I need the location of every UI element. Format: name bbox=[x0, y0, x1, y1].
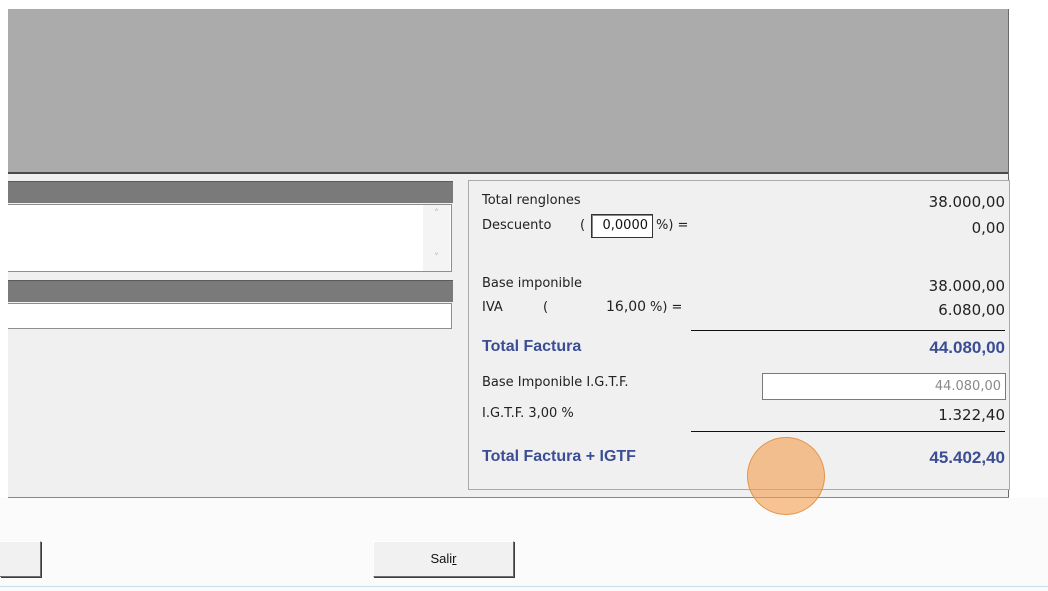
total-factura-value: 44.080,00 bbox=[929, 338, 1005, 357]
igtf-value: 1.322,40 bbox=[938, 406, 1005, 424]
chevron-down-icon[interactable]: ˅ bbox=[423, 251, 450, 264]
chevron-up-icon[interactable]: ˄ bbox=[423, 207, 450, 220]
iva-close: %) = bbox=[650, 300, 683, 315]
descuento-value: 0,00 bbox=[971, 219, 1005, 237]
descuento-label: Descuento bbox=[482, 218, 552, 233]
iva-open-paren: ( bbox=[543, 300, 549, 315]
descuento-percent-input[interactable]: 0,0000 bbox=[591, 214, 653, 238]
salir-label: Sali bbox=[430, 551, 453, 566]
total-igtf-value: 45.402,40 bbox=[929, 448, 1005, 467]
total-igtf-label: Total Factura + IGTF bbox=[482, 448, 636, 465]
descuento-open-paren: ( bbox=[580, 218, 586, 233]
iva-label: IVA bbox=[482, 300, 503, 315]
base-igtf-label: Base Imponible I.G.T.F. bbox=[482, 375, 629, 390]
footer-area bbox=[0, 498, 1048, 591]
address-header bbox=[8, 280, 453, 302]
salir-mnemonic: r bbox=[452, 551, 457, 566]
top-edge bbox=[0, 0, 1048, 9]
base-igtf-input[interactable]: 44.080,00 bbox=[762, 373, 1006, 400]
total-factura-label: Total Factura bbox=[482, 338, 582, 355]
igtf-label: I.G.T.F. 3,00 % bbox=[482, 406, 574, 421]
iva-percent: 16,00 bbox=[606, 299, 647, 315]
iva-value: 6.080,00 bbox=[938, 301, 1005, 319]
footer-divider bbox=[0, 586, 1048, 587]
total-renglones-label: Total renglones bbox=[482, 193, 581, 208]
observations-textarea[interactable] bbox=[8, 204, 452, 272]
observations-scrollbar[interactable]: ˄ ˅ bbox=[423, 205, 450, 271]
igtf-divider bbox=[691, 431, 1005, 432]
salir-button[interactable]: Salir bbox=[373, 541, 514, 577]
observations-header bbox=[8, 181, 453, 203]
address-input[interactable] bbox=[8, 303, 452, 329]
base-imponible-label: Base imponible bbox=[482, 276, 582, 291]
total-renglones-value: 38.000,00 bbox=[928, 193, 1005, 211]
subtotal-divider bbox=[691, 330, 1005, 331]
descuento-close: %) = bbox=[656, 218, 689, 233]
items-grid[interactable] bbox=[8, 9, 1008, 174]
base-imponible-value: 38.000,00 bbox=[928, 277, 1005, 295]
click-indicator bbox=[747, 437, 825, 515]
left-action-button[interactable] bbox=[0, 541, 41, 577]
